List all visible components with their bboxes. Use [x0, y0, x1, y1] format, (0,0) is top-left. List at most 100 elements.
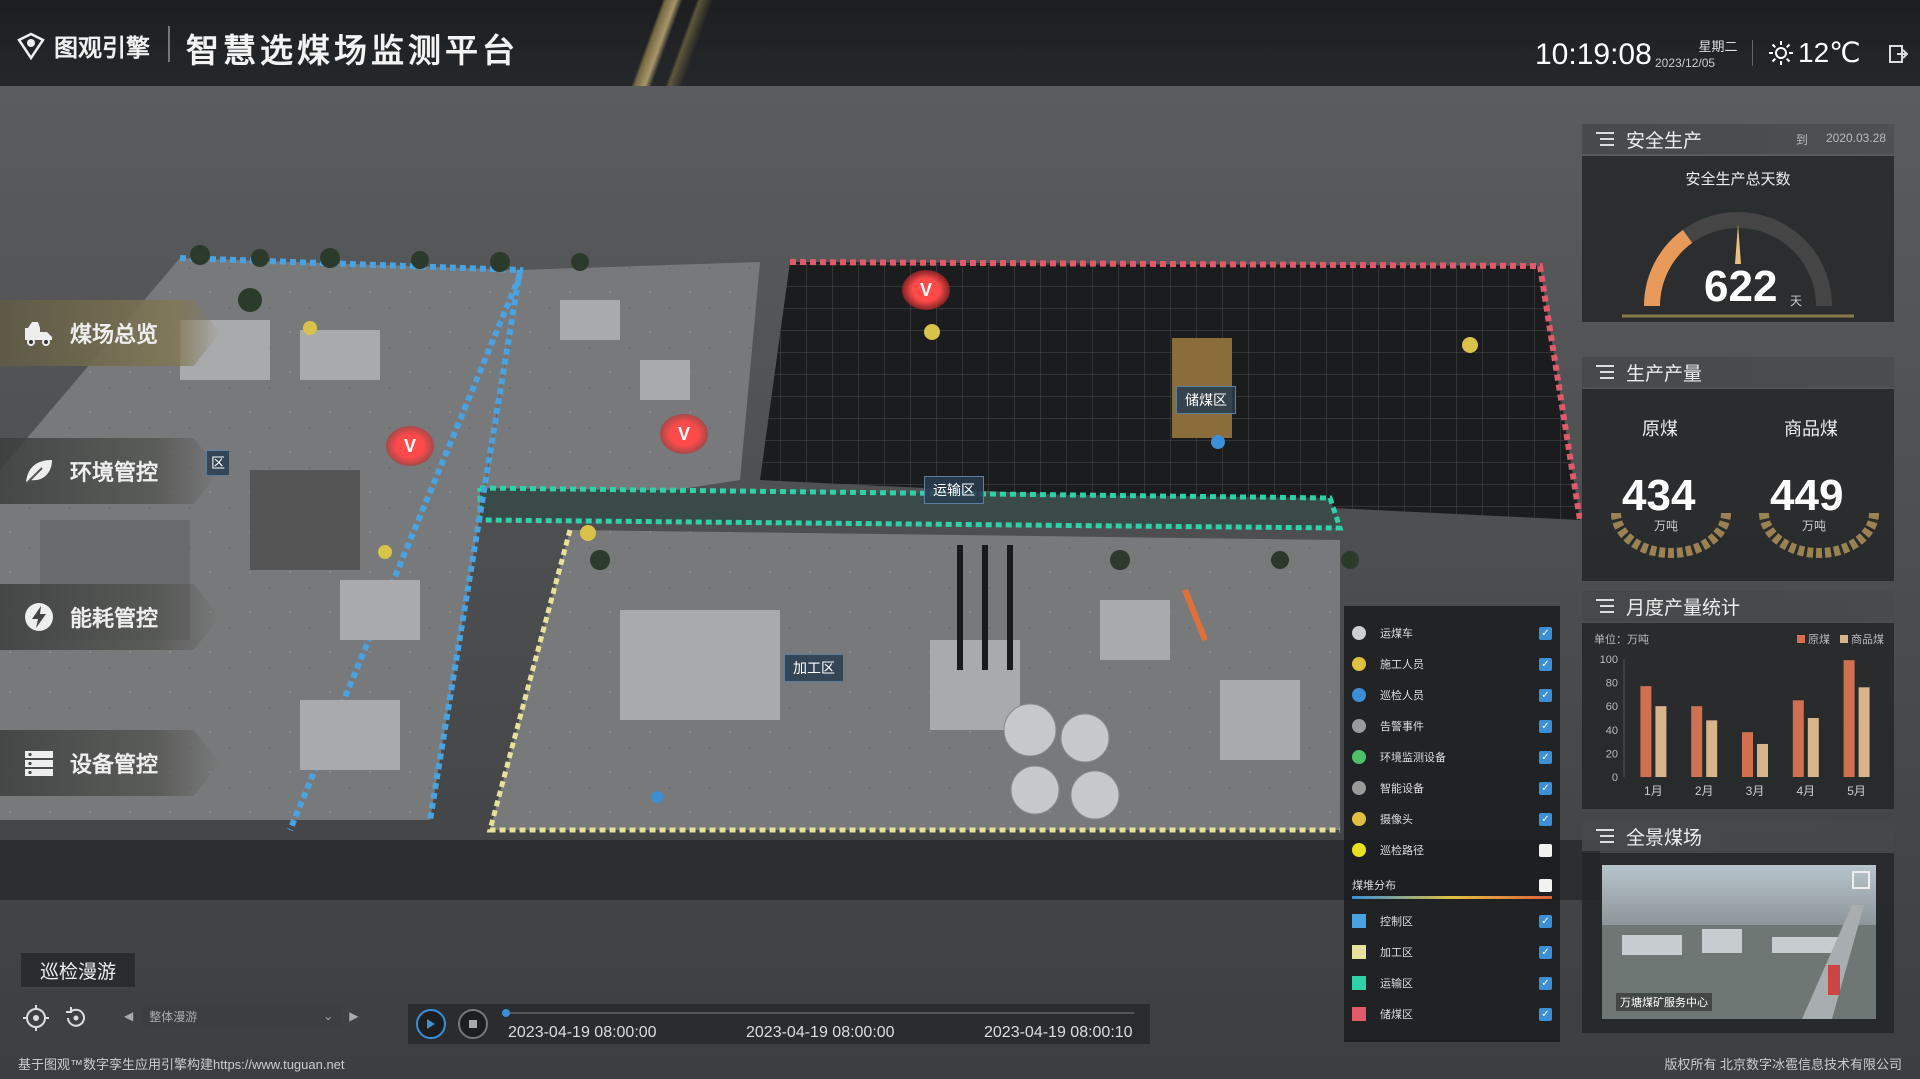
nav-coal-yard-overview[interactable]: 煤场总览	[0, 300, 220, 366]
list-icon	[1596, 829, 1614, 843]
raw-coal-unit: 万吨	[1654, 519, 1679, 533]
zone-checkbox[interactable]: ✓	[1539, 1007, 1552, 1021]
nav-label: 煤场总览	[70, 322, 159, 347]
zone-legend-item[interactable]: 控制区 ✓	[1352, 910, 1552, 932]
timeline-track[interactable]	[504, 1012, 1134, 1014]
zone-legend-item[interactable]: 运输区 ✓	[1352, 972, 1552, 994]
alarm-marker[interactable]: V	[902, 270, 950, 310]
monthly-panel-title: 月度产量统计	[1626, 597, 1741, 619]
storage-zone-label[interactable]: 储煤区	[1176, 386, 1236, 414]
safety-gauge-title: 安全生产总天数	[1685, 171, 1791, 188]
prev-arrow-icon[interactable]: ◀	[124, 1009, 133, 1023]
product-coal-bar[interactable]	[1757, 743, 1768, 777]
time-mid: 2023-04-19 08:00:00	[746, 1024, 895, 1041]
chevron-down-icon: ⌄	[323, 1009, 334, 1023]
crosshair-icon[interactable]	[22, 1004, 50, 1032]
legend-item[interactable]: 环境监测设备 ✓	[1352, 746, 1552, 768]
product-coal-bar[interactable]	[1706, 720, 1718, 777]
legend-checkbox[interactable]	[1539, 843, 1552, 857]
x-tick-label: 3月	[1746, 784, 1765, 798]
legend-item[interactable]: 巡检路径	[1352, 839, 1552, 861]
roam-route-dropdown[interactable]: 整体漫游 ⌄	[141, 1005, 342, 1027]
nav-energy-control[interactable]: 能耗管控	[0, 584, 220, 650]
legend-checkbox[interactable]: ✓	[1539, 812, 1552, 826]
legend-checkbox[interactable]: ✓	[1539, 688, 1552, 702]
raw-coal-bar[interactable]	[1792, 700, 1804, 777]
panorama-thumbnail[interactable]: 万塘煤矿服务中心	[1602, 865, 1876, 1019]
legend-swatch	[1352, 812, 1366, 826]
raw-coal-bar[interactable]	[1691, 706, 1703, 777]
legend-item[interactable]: 智能设备 ✓	[1352, 777, 1552, 799]
time-end: 2023-04-19 08:00:10	[984, 1024, 1133, 1041]
view-controls	[22, 1004, 90, 1032]
legend-checkbox[interactable]: ✓	[1539, 657, 1552, 671]
legend-swatch	[1352, 750, 1366, 764]
legend-swatch	[1352, 719, 1366, 733]
zone-legend-item[interactable]: 储煤区 ✓	[1352, 1003, 1552, 1025]
product-coal-value: 449	[1770, 471, 1844, 520]
expand-icon[interactable]	[1852, 871, 1870, 889]
zone-legend-item[interactable]: 加工区 ✓	[1352, 941, 1552, 963]
roam-route-value: 整体漫游	[149, 1009, 198, 1024]
y-tick-label: 0	[1612, 772, 1618, 784]
patrol-tour-button[interactable]: 巡检漫游	[20, 952, 136, 988]
nav-label: 环境管控	[70, 460, 159, 485]
heatmap-checkbox[interactable]	[1539, 878, 1552, 892]
legend-item[interactable]: 巡检人员 ✓	[1352, 684, 1552, 706]
legend-raw: 原煤	[1797, 631, 1830, 647]
alarm-marker[interactable]: V	[660, 414, 708, 454]
list-icon	[1596, 599, 1614, 613]
product-coal-bar[interactable]	[1807, 718, 1819, 777]
processing-zone[interactable]	[490, 530, 1340, 830]
nav-label: 能耗管控	[70, 606, 159, 631]
legend-product: 商品煤	[1840, 631, 1884, 647]
timeline-handle[interactable]	[502, 1009, 510, 1017]
stop-button[interactable]	[458, 1009, 488, 1039]
roam-route-select[interactable]: ◀ 整体漫游 ⌄ ▶	[124, 1003, 384, 1029]
zone-checkbox[interactable]: ✓	[1539, 914, 1552, 928]
sun-icon	[1769, 40, 1793, 65]
output-panel-header: 生产产量	[1582, 357, 1894, 387]
raw-coal-bar[interactable]	[1843, 660, 1855, 777]
panorama-panel-header: 全景煤场	[1582, 821, 1894, 851]
chart-legend: 原煤 商品煤	[1797, 631, 1884, 647]
legend-item[interactable]: 告警事件 ✓	[1352, 715, 1552, 737]
legend-item[interactable]: 摄像头 ✓	[1352, 808, 1552, 830]
raw-coal-bar[interactable]	[1742, 732, 1753, 777]
legend-item[interactable]: 施工人员 ✓	[1352, 653, 1552, 675]
playback-timeline: 2023-04-19 08:00:00 2023-04-19 08:00:00 …	[408, 1004, 1150, 1044]
legend-item[interactable]: 运煤车 ✓	[1352, 622, 1552, 644]
next-arrow-icon[interactable]: ▶	[349, 1009, 358, 1023]
heatmap-label: 煤堆分布	[1352, 880, 1396, 892]
reset-view-icon[interactable]	[62, 1004, 90, 1032]
panorama-panel: 万塘煤矿服务中心	[1582, 853, 1894, 1033]
processing-zone-label[interactable]: 加工区	[784, 654, 844, 682]
exit-icon[interactable]	[1888, 44, 1908, 64]
heatmap-toggle[interactable]: 煤堆分布	[1352, 874, 1552, 896]
layer-legend: 运煤车 ✓ 施工人员 ✓ 巡检人员 ✓ 告警事件 ✓ 环境监测设备 ✓ 智能设备 ✓ 摄像头 ✓ 巡检路径煤…	[1344, 606, 1560, 1042]
legend-checkbox[interactable]: ✓	[1539, 719, 1552, 733]
legend-checkbox[interactable]: ✓	[1539, 626, 1552, 640]
nav-equipment-control[interactable]: 设备管控	[0, 730, 220, 796]
storage-zone[interactable]	[760, 262, 1580, 520]
play-button[interactable]	[416, 1009, 446, 1039]
title-divider	[168, 26, 170, 62]
panorama-panel-title: 全景煤场	[1626, 827, 1703, 849]
zone-checkbox[interactable]: ✓	[1539, 976, 1552, 990]
temperature: 12℃	[1798, 37, 1861, 68]
product-coal-bar[interactable]	[1858, 687, 1870, 777]
nav-environment-control[interactable]: 环境管控	[0, 438, 220, 504]
alarm-marker[interactable]: V	[386, 426, 434, 466]
transport-zone-label[interactable]: 运输区	[924, 476, 984, 504]
zone-checkbox[interactable]: ✓	[1539, 945, 1552, 959]
legend-checkbox[interactable]: ✓	[1539, 781, 1552, 795]
zone-swatch	[1352, 976, 1366, 990]
raw-coal-bar[interactable]	[1640, 686, 1652, 777]
safety-panel: 安全生产总天数 622 天	[1582, 156, 1894, 322]
legend-raw-label: 原煤	[1808, 634, 1830, 646]
chart-unit-label: 单位：万吨	[1594, 634, 1649, 646]
legend-checkbox[interactable]: ✓	[1539, 750, 1552, 764]
zone-label: 运输区	[1380, 978, 1413, 990]
zone-label: 储煤区	[1380, 1009, 1413, 1021]
product-coal-bar[interactable]	[1655, 706, 1667, 777]
